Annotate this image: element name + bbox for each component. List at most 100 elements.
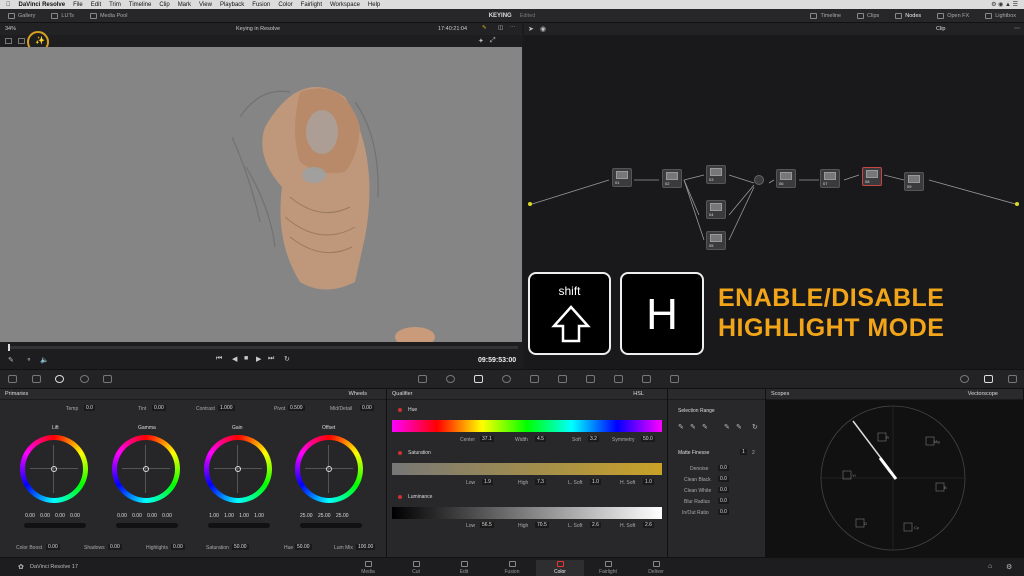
transform-icon[interactable]: ✦ — [478, 37, 484, 45]
node-04[interactable]: 04 — [706, 200, 726, 219]
saturation-field[interactable]: 50.00 — [232, 544, 249, 550]
stop-icon[interactable]: ■ — [244, 355, 248, 362]
lum-hsoft-field[interactable]: 2.6 — [643, 522, 654, 528]
more-icon[interactable]: ⋯ — [1014, 25, 1020, 32]
luminance-range-bar[interactable] — [392, 507, 662, 519]
window-icon[interactable] — [502, 375, 511, 383]
menu-playback[interactable]: Playback — [220, 2, 244, 8]
app-menu[interactable]: DaVinci Resolve — [19, 2, 66, 8]
menu-mark[interactable]: Mark — [178, 2, 191, 8]
sat-hsoft-field[interactable]: 1.0 — [643, 479, 654, 485]
sat-high-field[interactable]: 7.3 — [535, 479, 546, 485]
zoom-level[interactable]: 34% — [5, 26, 16, 32]
node-03[interactable]: 03 — [706, 165, 726, 184]
key-icon[interactable] — [614, 375, 623, 383]
menu-trim[interactable]: Trim — [109, 2, 121, 8]
menu-color[interactable]: Color — [278, 2, 292, 8]
page-fairlight[interactable]: Fairlight — [584, 560, 632, 576]
menu-file[interactable]: File — [73, 2, 83, 8]
mid-detail-field[interactable]: 0.00 — [360, 405, 374, 411]
gamma-values[interactable]: 0.00 0.00 0.00 0.00 — [116, 513, 173, 519]
lum-low-field[interactable]: 56.5 — [480, 522, 494, 528]
split-icon[interactable] — [5, 38, 12, 44]
clean-white-field[interactable]: 0.0 — [718, 487, 729, 493]
hue-soft-field[interactable]: 3.2 — [588, 436, 599, 442]
scrubber-bar[interactable] — [8, 346, 518, 349]
lum-lsoft-field[interactable]: 2.6 — [590, 522, 601, 528]
pen-icon[interactable]: ✎ — [8, 356, 14, 364]
menu-view[interactable]: View — [199, 2, 212, 8]
saturation-range-bar[interactable] — [392, 463, 662, 475]
denoise-field[interactable]: 0.0 — [718, 465, 729, 471]
audio-icon[interactable]: 🔈 — [40, 356, 49, 364]
offset-master-slider[interactable] — [300, 523, 362, 528]
gain-wheel[interactable] — [204, 435, 272, 503]
lift-values[interactable]: 0.00 0.00 0.00 0.00 — [24, 513, 81, 519]
lum-high-field[interactable]: 70.5 — [535, 522, 549, 528]
lightbox-button[interactable]: Lightbox — [977, 12, 1024, 19]
saturation-enable-toggle[interactable] — [398, 451, 402, 455]
motion-effects-icon[interactable] — [103, 375, 112, 383]
picker-icon[interactable]: ✎ — [678, 423, 684, 431]
node-06[interactable]: 06 — [776, 169, 796, 188]
scopes-icon[interactable] — [984, 375, 993, 383]
hue-enable-toggle[interactable] — [398, 408, 402, 412]
hue-range-bar[interactable] — [392, 420, 662, 432]
page-edit[interactable]: Edit — [440, 560, 488, 576]
feather-plus-icon[interactable]: ✎ — [736, 423, 742, 431]
output-port[interactable] — [1015, 202, 1019, 206]
scope-type-select[interactable]: Vectorscope — [968, 391, 998, 397]
matte-page-2[interactable]: 2 — [752, 450, 755, 456]
node-09[interactable]: 09 — [904, 172, 924, 191]
rgb-mixer-icon[interactable] — [80, 375, 89, 383]
lift-wheel[interactable] — [20, 435, 88, 503]
color-wheels-icon[interactable] — [55, 375, 64, 383]
info-icon[interactable] — [1008, 375, 1017, 383]
gallery-button[interactable]: Gallery — [0, 12, 43, 19]
hue-field[interactable]: 50.00 — [295, 544, 312, 550]
mixer-node[interactable] — [754, 175, 764, 185]
page-cut[interactable]: Cut — [392, 560, 440, 576]
node-05[interactable]: 05 — [706, 231, 726, 250]
expand-icon[interactable]: ⤢ — [490, 37, 496, 45]
nodes-button[interactable]: Nodes — [887, 12, 929, 19]
menu-help[interactable]: Help — [368, 2, 380, 8]
pointer-icon[interactable]: ➤ — [528, 25, 534, 33]
hue-center-field[interactable]: 37.1 — [480, 436, 494, 442]
reset-icon[interactable]: ↻ — [752, 423, 758, 431]
menu-edit[interactable]: Edit — [91, 2, 101, 8]
gain-master-slider[interactable] — [208, 523, 270, 528]
hue-symmetry-field[interactable]: 50.0 — [641, 436, 655, 442]
3d-icon[interactable] — [670, 375, 679, 383]
sat-low-field[interactable]: 1.9 — [482, 479, 493, 485]
page-fusion[interactable]: Fusion — [488, 560, 536, 576]
viewer-image[interactable] — [0, 47, 522, 342]
contrast-field[interactable]: 1.000 — [218, 405, 235, 411]
feather-icon[interactable]: ✎ — [724, 423, 730, 431]
color-warper-icon[interactable] — [446, 375, 455, 383]
clean-black-field[interactable]: 0.0 — [718, 476, 729, 482]
home-icon[interactable]: ⌂ — [988, 563, 992, 570]
qualifier-mode-select[interactable]: HSL — [633, 391, 644, 397]
curves-icon[interactable] — [418, 375, 427, 383]
magic-mask-icon[interactable] — [558, 375, 567, 383]
color-boost-field[interactable]: 0.00 — [46, 544, 60, 550]
hue-width-field[interactable]: 4.5 — [535, 436, 546, 442]
play-icon[interactable]: ▶ — [256, 355, 261, 363]
menu-workspace[interactable]: Workspace — [330, 2, 360, 8]
node-01[interactable]: 01 — [612, 168, 632, 187]
primaries-mode-select[interactable]: Wheels — [349, 391, 367, 397]
timeline-button[interactable]: Timeline — [802, 12, 849, 19]
blur-radius-field[interactable]: 0.0 — [718, 498, 729, 504]
node-08-selected[interactable]: 08 — [862, 167, 882, 186]
keyframes-icon[interactable] — [960, 375, 969, 383]
picker-minus-icon[interactable]: ✎ — [690, 423, 696, 431]
lift-master-slider[interactable] — [24, 523, 86, 528]
apple-icon[interactable]:  — [6, 2, 11, 8]
shadows-field[interactable]: 0.00 — [108, 544, 122, 550]
blur-icon[interactable] — [586, 375, 595, 383]
go-end-icon[interactable]: ⏭ — [268, 355, 274, 363]
highlights-field[interactable]: 0.00 — [171, 544, 185, 550]
tracker-icon[interactable] — [530, 375, 539, 383]
picker-plus-icon[interactable]: ✎ — [702, 423, 708, 431]
